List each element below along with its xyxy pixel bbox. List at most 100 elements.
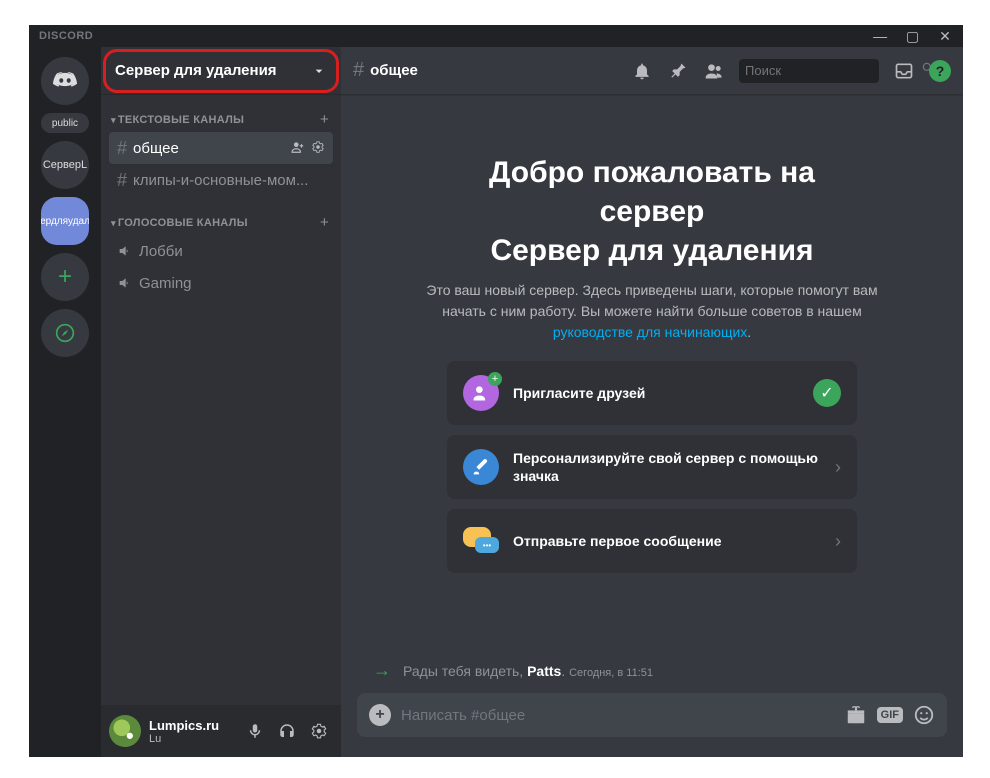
add-text-channel-button[interactable]: +: [320, 111, 329, 128]
welcome-desc-1: Это ваш новый сервер. Здесь приведены ша…: [426, 282, 877, 319]
help-button[interactable]: ?: [929, 60, 951, 82]
card-personalize-server[interactable]: Персонализируйте свой сервер с помощью з…: [447, 435, 857, 499]
gif-label: GIF: [877, 707, 903, 723]
chat-bubble-icon: •••: [475, 537, 499, 553]
app-window: DISCORD — ▢ ✕ public СерверL ердляудал +…: [29, 25, 963, 757]
user-panel: Lumpics.ru Lu: [101, 705, 341, 757]
channel-label: Лобби: [139, 243, 325, 260]
user-name: Lumpics.ru: [149, 718, 233, 733]
join-arrow-icon: →: [373, 660, 391, 681]
mute-button[interactable]: [241, 717, 269, 745]
voice-channels-category[interactable]: ▾ГОЛОСОВЫЕ КАНАЛЫ +: [109, 206, 333, 235]
pinned-button[interactable]: [667, 60, 689, 82]
window-controls: — ▢ ✕: [866, 25, 959, 48]
user-info[interactable]: Lumpics.ru Lu: [149, 718, 233, 745]
members-button[interactable]: [703, 60, 725, 82]
close-button[interactable]: ✕: [931, 25, 959, 47]
bell-icon: [632, 61, 652, 81]
server-item-1[interactable]: СерверL: [41, 141, 89, 189]
hash-icon: #: [117, 170, 127, 191]
message-input-bar: + GIF: [357, 693, 947, 737]
minimize-button[interactable]: —: [866, 25, 894, 47]
welcome-line-1: Добро пожаловать на: [489, 156, 815, 189]
user-settings-button[interactable]: [305, 717, 333, 745]
server-item-active[interactable]: ердляудал: [41, 197, 89, 245]
chevron-down-icon: [311, 63, 327, 79]
join-suffix: .: [561, 663, 565, 679]
welcome-line-3: Сервер для удаления: [490, 234, 813, 267]
onboarding-cards: + Пригласите друзей ✓ Персонализируйте с…: [447, 361, 857, 573]
invite-icon: [471, 383, 491, 403]
beginners-guide-link[interactable]: руководстве для начинающих: [553, 324, 747, 340]
join-timestamp: Сегодня, в 11:51: [569, 667, 653, 679]
join-prefix: Рады тебя видеть,: [403, 663, 527, 679]
gear-icon: [310, 722, 328, 740]
user-avatar[interactable]: [109, 715, 141, 747]
server-rail: public СерверL ердляудал +: [29, 47, 101, 757]
members-icon: [704, 61, 724, 81]
collapse-icon: ▾: [111, 218, 116, 228]
gif-button[interactable]: GIF: [877, 707, 903, 723]
welcome-block: Добро пожаловать на сервер Сервер для уд…: [357, 153, 947, 343]
hash-icon: #: [117, 138, 127, 159]
channel-list: ▾ТЕКСТОВЫЕ КАНАЛЫ + # общее # клипы-и-ос…: [101, 95, 341, 705]
brush-icon: [470, 456, 492, 478]
speaker-icon: [117, 275, 133, 291]
chevron-right-icon: ›: [835, 457, 841, 478]
channel-header: # общее ?: [341, 47, 963, 95]
join-message: → Рады тебя видеть, Patts. Сегодня, в 11…: [357, 654, 947, 693]
welcome-desc-2: .: [747, 324, 751, 340]
channel-label: общее: [133, 140, 291, 157]
channel-label: клипы-и-основные-мом...: [133, 172, 325, 189]
text-channel-general[interactable]: # общее: [109, 132, 333, 164]
chevron-right-icon: ›: [835, 531, 841, 552]
user-tag: Lu: [149, 733, 233, 745]
text-channels-category[interactable]: ▾ТЕКСТОВЫЕ КАНАЛЫ +: [109, 103, 333, 132]
check-icon: ✓: [813, 379, 841, 407]
explore-servers-button[interactable]: [41, 309, 89, 357]
voice-channel-gaming[interactable]: Gaming: [109, 267, 333, 299]
emoji-button[interactable]: [913, 704, 935, 726]
card-label: Отправьте первое сообщение: [513, 532, 821, 550]
maximize-button[interactable]: ▢: [899, 25, 927, 47]
collapse-icon: ▾: [111, 115, 116, 125]
invite-icon[interactable]: [291, 140, 305, 157]
emoji-icon: [913, 704, 935, 726]
inbox-button[interactable]: [893, 60, 915, 82]
channel-sidebar: Сервер для удаления ▾ТЕКСТОВЫЕ КАНАЛЫ + …: [101, 47, 341, 757]
voice-channel-lobby[interactable]: Лобби: [109, 235, 333, 267]
home-server-button[interactable]: [41, 57, 89, 105]
add-server-button[interactable]: +: [41, 253, 89, 301]
search-box[interactable]: [739, 59, 879, 83]
card-invite-friends[interactable]: + Пригласите друзей ✓: [447, 361, 857, 425]
text-channel-clips[interactable]: # клипы-и-основные-мом...: [109, 164, 333, 196]
deafen-button[interactable]: [273, 717, 301, 745]
card-label: Персонализируйте свой сервер с помощью з…: [513, 449, 821, 485]
welcome-line-2: сервер: [600, 195, 705, 228]
server-header-dropdown[interactable]: Сервер для удаления: [101, 47, 341, 95]
speaker-icon: [117, 243, 133, 259]
channel-title: общее: [370, 62, 631, 79]
gift-icon: [845, 704, 867, 726]
mic-icon: [246, 722, 264, 740]
pin-icon: [668, 61, 688, 81]
card-first-message[interactable]: ••• Отправьте первое сообщение ›: [447, 509, 857, 573]
content-area: # общее ? Добро пожаловат: [341, 47, 963, 757]
public-badge[interactable]: public: [41, 113, 89, 133]
app-title: DISCORD: [39, 30, 93, 42]
plus-badge-icon: +: [488, 372, 502, 386]
inbox-icon: [894, 61, 914, 81]
titlebar: DISCORD — ▢ ✕: [29, 25, 963, 47]
notifications-button[interactable]: [631, 60, 653, 82]
hash-icon: #: [353, 59, 364, 82]
compass-icon: [55, 323, 75, 343]
message-input[interactable]: [401, 707, 835, 724]
join-username[interactable]: Patts: [527, 663, 561, 679]
server-name-label: Сервер для удаления: [115, 62, 277, 79]
add-voice-channel-button[interactable]: +: [320, 214, 329, 231]
settings-icon[interactable]: [311, 140, 325, 157]
attach-button[interactable]: +: [369, 704, 391, 726]
gift-button[interactable]: [845, 704, 867, 726]
channel-label: Gaming: [139, 275, 325, 292]
card-label: Пригласите друзей: [513, 384, 799, 402]
